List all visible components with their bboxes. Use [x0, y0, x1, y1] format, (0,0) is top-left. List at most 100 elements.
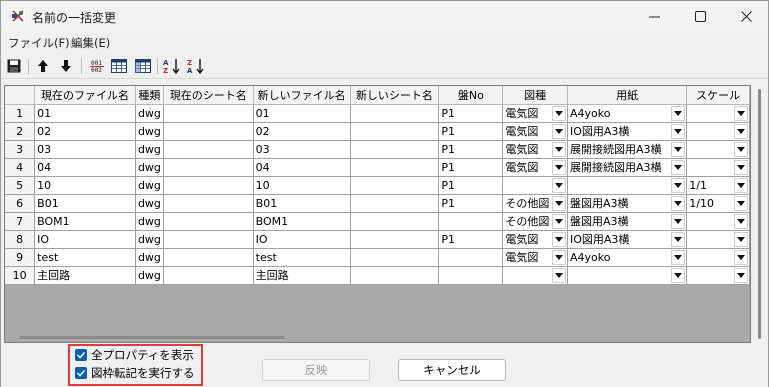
- cell-type[interactable]: dwg: [135, 122, 164, 141]
- header-paper[interactable]: 用紙: [567, 86, 688, 105]
- header-new-file[interactable]: 新しいファイル名: [253, 86, 351, 105]
- cell-current-sheet[interactable]: [163, 176, 254, 195]
- cell-scale[interactable]: 1/10: [686, 194, 750, 213]
- cell-current-sheet[interactable]: [163, 248, 254, 267]
- table-row[interactable]: 3 03 dwg 03 P1 電気図 展開接続図用A3横: [5, 140, 750, 159]
- dropdown-arrow-icon[interactable]: [734, 195, 748, 211]
- cell-current-sheet[interactable]: [163, 140, 254, 159]
- cell-current-file[interactable]: IO: [34, 230, 136, 249]
- table-row[interactable]: 8 IO dwg IO P1 電気図 IO図用A3横: [5, 230, 750, 249]
- cell-panel-no[interactable]: P1: [438, 140, 504, 159]
- cell-type[interactable]: dwg: [135, 158, 164, 177]
- cell-new-sheet[interactable]: [350, 140, 440, 159]
- table-row[interactable]: 10 主回路 dwg 主回路: [5, 266, 750, 285]
- cell-current-sheet[interactable]: [163, 122, 254, 141]
- save-button[interactable]: [5, 57, 23, 75]
- table-row[interactable]: 2 02 dwg 02 P1 電気図 IO図用A3横: [5, 122, 750, 141]
- dropdown-arrow-icon[interactable]: [671, 177, 686, 193]
- dropdown-arrow-icon[interactable]: [734, 231, 748, 247]
- dropdown-arrow-icon[interactable]: [671, 141, 686, 157]
- dropdown-arrow-icon[interactable]: [551, 267, 566, 283]
- checkbox-checked-icon[interactable]: [75, 349, 87, 361]
- cell-type[interactable]: dwg: [135, 176, 164, 195]
- cell-type[interactable]: dwg: [135, 230, 164, 249]
- run-title-block-checkbox[interactable]: 図枠転記を実行する: [75, 365, 195, 381]
- apply-button[interactable]: 反映: [262, 359, 370, 381]
- dropdown-arrow-icon[interactable]: [734, 159, 748, 175]
- cell-new-file[interactable]: 04: [253, 158, 351, 177]
- cell-drawing-type[interactable]: 電気図: [502, 248, 568, 267]
- cell-new-sheet[interactable]: [350, 104, 440, 123]
- cell-panel-no[interactable]: P1: [438, 122, 504, 141]
- cancel-button[interactable]: キャンセル: [398, 359, 506, 381]
- minimize-button[interactable]: [631, 1, 677, 31]
- cell-type[interactable]: dwg: [135, 212, 164, 231]
- dropdown-arrow-icon[interactable]: [551, 231, 566, 247]
- dropdown-arrow-icon[interactable]: [551, 177, 566, 193]
- menu-file[interactable]: ファイル(F): [8, 35, 70, 51]
- cell-new-sheet[interactable]: [350, 176, 440, 195]
- cell-panel-no[interactable]: [438, 212, 504, 231]
- table-row[interactable]: 7 BOM1 dwg BOM1 その他図 盤図用A3横: [5, 212, 750, 231]
- dropdown-arrow-icon[interactable]: [551, 105, 566, 121]
- dropdown-arrow-icon[interactable]: [671, 267, 686, 283]
- cell-new-file[interactable]: 10: [253, 176, 351, 195]
- grid-alt-button[interactable]: [134, 57, 152, 75]
- show-all-properties-checkbox[interactable]: 全プロパティを表示: [75, 347, 194, 363]
- cell-scale[interactable]: [686, 104, 750, 123]
- dropdown-arrow-icon[interactable]: [671, 249, 686, 265]
- dropdown-arrow-icon[interactable]: [734, 249, 748, 265]
- cell-type[interactable]: dwg: [135, 266, 164, 285]
- cell-scale[interactable]: [686, 140, 750, 159]
- cell-new-sheet[interactable]: [350, 266, 440, 285]
- cell-new-file[interactable]: 03: [253, 140, 351, 159]
- cell-panel-no[interactable]: P1: [438, 158, 504, 177]
- dropdown-arrow-icon[interactable]: [551, 249, 566, 265]
- cell-scale[interactable]: [686, 158, 750, 177]
- cell-scale[interactable]: [686, 230, 750, 249]
- dropdown-arrow-icon[interactable]: [551, 141, 566, 157]
- cell-paper[interactable]: IO図用A3横: [567, 230, 688, 249]
- sort-descending-button[interactable]: Z A: [187, 57, 205, 75]
- table-row[interactable]: 4 04 dwg 04 P1 電気図 展開接続図用A3横: [5, 158, 750, 177]
- header-new-sheet[interactable]: 新しいシート名: [350, 86, 440, 105]
- dropdown-arrow-icon[interactable]: [734, 177, 748, 193]
- cell-current-sheet[interactable]: [163, 212, 254, 231]
- dropdown-arrow-icon[interactable]: [671, 195, 686, 211]
- cell-paper[interactable]: 展開接続図用A3横: [567, 158, 688, 177]
- renumber-button[interactable]: 001 002: [88, 57, 106, 75]
- cell-scale[interactable]: 1/1: [686, 176, 750, 195]
- move-down-button[interactable]: [57, 57, 75, 75]
- header-drawing-type[interactable]: 図種: [502, 86, 568, 105]
- cell-current-sheet[interactable]: [163, 104, 254, 123]
- cell-panel-no[interactable]: P1: [438, 194, 504, 213]
- header-current-file[interactable]: 現在のファイル名: [34, 86, 136, 105]
- cell-scale[interactable]: [686, 212, 750, 231]
- cell-scale[interactable]: [686, 248, 750, 267]
- dropdown-arrow-icon[interactable]: [734, 123, 748, 139]
- header-current-sheet[interactable]: 現在のシート名: [163, 86, 254, 105]
- table-row[interactable]: 6 B01 dwg B01 P1 その他図 盤図用A3横 1/10: [5, 194, 750, 213]
- cell-current-file[interactable]: 04: [34, 158, 136, 177]
- cell-current-file[interactable]: 01: [34, 104, 136, 123]
- dropdown-arrow-icon[interactable]: [734, 213, 748, 229]
- cell-current-sheet[interactable]: [163, 230, 254, 249]
- dropdown-arrow-icon[interactable]: [551, 123, 566, 139]
- cell-drawing-type[interactable]: 電気図: [502, 122, 568, 141]
- cell-scale[interactable]: [686, 266, 750, 285]
- cell-new-file[interactable]: BOM1: [253, 212, 351, 231]
- cell-new-file[interactable]: B01: [253, 194, 351, 213]
- cell-paper[interactable]: [567, 266, 688, 285]
- cell-new-sheet[interactable]: [350, 122, 440, 141]
- vertical-scrollbar[interactable]: [752, 85, 767, 343]
- sort-ascending-button[interactable]: A Z: [163, 57, 181, 75]
- cell-drawing-type[interactable]: その他図: [502, 212, 568, 231]
- cell-panel-no[interactable]: P1: [438, 104, 504, 123]
- header-panel-no[interactable]: 盤No: [438, 86, 504, 105]
- header-scale[interactable]: スケール: [686, 86, 750, 105]
- dropdown-arrow-icon[interactable]: [671, 213, 686, 229]
- dropdown-arrow-icon[interactable]: [551, 159, 566, 175]
- cell-current-sheet[interactable]: [163, 266, 254, 285]
- move-up-button[interactable]: [34, 57, 52, 75]
- cell-scale[interactable]: [686, 122, 750, 141]
